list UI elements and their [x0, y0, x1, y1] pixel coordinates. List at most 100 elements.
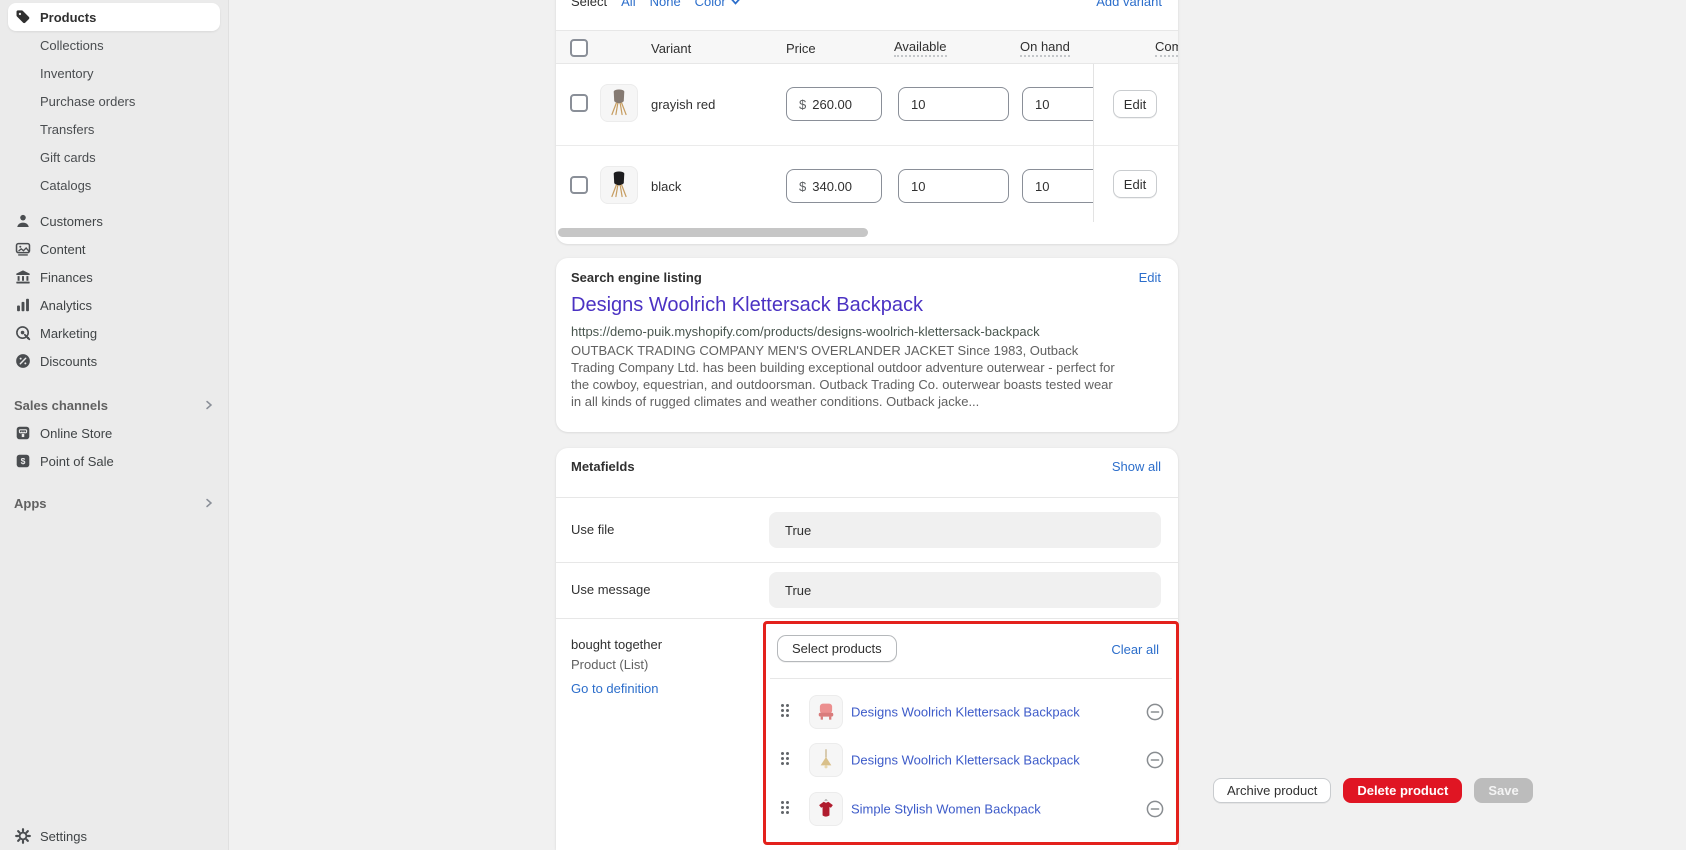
seo-url: https://demo-puik.myshopify.com/products… [571, 324, 1040, 339]
sidebar-item-inventory[interactable]: Inventory [8, 59, 220, 87]
search-engine-listing-card: Search engine listing Edit Designs Woolr… [556, 258, 1178, 432]
bank-icon [14, 268, 32, 286]
remove-product-icon[interactable] [1145, 799, 1165, 819]
sidebar-item-content[interactable]: Content [8, 235, 220, 263]
drag-handle-icon[interactable] [779, 751, 791, 770]
drag-handle-icon[interactable] [779, 703, 791, 722]
select-none-link[interactable]: None [650, 0, 681, 9]
sidebar-item-products[interactable]: Products [8, 3, 220, 31]
sidebar-item-discounts[interactable]: Discounts [8, 347, 220, 375]
remove-product-icon[interactable] [1145, 702, 1165, 722]
sidebar-item-finances[interactable]: Finances [8, 263, 220, 291]
select-all-link[interactable]: All [621, 0, 635, 9]
selected-product-row: Designs Woolrich Klettersack Backpack [766, 688, 1176, 736]
variant-name: grayish red [651, 97, 715, 112]
sidebar-item-gift-cards[interactable]: Gift cards [8, 143, 220, 171]
price-input[interactable]: $260.00 [786, 87, 882, 121]
metafield-value-use-message[interactable]: True [769, 572, 1161, 608]
sidebar-item-settings[interactable]: Settings [8, 822, 220, 850]
archive-product-button[interactable]: Archive product [1213, 778, 1331, 803]
select-label: Select [571, 0, 607, 9]
media-icon [14, 240, 32, 258]
variants-table-header: Variant Price Available On hand Com [556, 30, 1178, 64]
sidebar-item-catalogs[interactable]: Catalogs [8, 171, 220, 199]
column-on-hand: On hand [1020, 31, 1070, 65]
show-all-link[interactable]: Show all [1112, 459, 1161, 474]
chevron-right-icon [204, 400, 214, 410]
available-input[interactable]: 10 [898, 87, 1009, 121]
sidebar-section-sales-channels[interactable]: Sales channels [8, 391, 220, 419]
remove-product-icon[interactable] [1145, 750, 1165, 770]
variant-name: black [651, 179, 681, 194]
product-link[interactable]: Designs Woolrich Klettersack Backpack [851, 753, 1080, 768]
svg-text:$: $ [21, 456, 26, 466]
column-variant: Variant [651, 31, 691, 65]
variant-thumbnail [600, 84, 638, 122]
sidebar-item-label: Products [40, 10, 96, 25]
sidebar-item-transfers[interactable]: Transfers [8, 115, 220, 143]
go-to-definition-link[interactable]: Go to definition [571, 681, 658, 696]
seo-page-title[interactable]: Designs Woolrich Klettersack Backpack [571, 294, 923, 317]
target-icon [14, 324, 32, 342]
sidebar-item-analytics[interactable]: Analytics [8, 291, 220, 319]
product-thumbnail [809, 695, 843, 729]
variant-row: grayish red $260.00 10 10 Edit [556, 64, 1178, 145]
sidebar: Products Collections Inventory Purchase … [0, 0, 229, 850]
clear-all-link[interactable]: Clear all [1111, 642, 1159, 657]
pink-product-image [813, 699, 839, 725]
on-hand-input[interactable]: 10 [1022, 87, 1093, 121]
seo-edit-link[interactable]: Edit [1139, 270, 1161, 285]
delete-product-button[interactable]: Delete product [1343, 778, 1462, 803]
metafield-label: Use file [571, 522, 614, 537]
bought-together-type: Product (List) [571, 657, 648, 672]
selected-product-row: Designs Woolrich Klettersack Backpack [766, 736, 1176, 784]
chevron-right-icon [204, 498, 214, 508]
select-all-checkbox[interactable] [570, 39, 588, 57]
product-link[interactable]: Simple Stylish Women Backpack [851, 802, 1041, 817]
on-hand-input[interactable]: 10 [1022, 169, 1093, 203]
save-button[interactable]: Save [1474, 778, 1532, 803]
add-variant-link[interactable]: Add variant [1096, 0, 1162, 9]
metafields-heading: Metafields [571, 459, 635, 474]
bar-chart-icon [14, 296, 32, 314]
price-input[interactable]: $340.00 [786, 169, 882, 203]
black-chair-image [604, 169, 634, 201]
edit-variant-button[interactable]: Edit [1113, 90, 1157, 118]
bought-together-label: bought together [571, 637, 662, 652]
select-products-button[interactable]: Select products [777, 635, 897, 662]
edit-variant-button[interactable]: Edit [1113, 170, 1157, 198]
row-checkbox[interactable] [570, 176, 588, 194]
variant-row: black $340.00 10 10 Edit [556, 146, 1178, 222]
select-color-link[interactable]: Color [695, 0, 741, 9]
selected-product-row: Simple Stylish Women Backpack [766, 785, 1176, 833]
tag-icon [14, 8, 32, 26]
metafield-value-use-file[interactable]: True [769, 512, 1161, 548]
product-thumbnail [809, 792, 843, 826]
variant-thumbnail [600, 166, 638, 204]
sidebar-item-collections[interactable]: Collections [8, 31, 220, 59]
sidebar-item-purchase-orders[interactable]: Purchase orders [8, 87, 220, 115]
discount-badge-icon [14, 352, 32, 370]
variants-card: Select All None Color Add variant Varian… [556, 0, 1178, 244]
sidebar-section-apps[interactable]: Apps [8, 489, 220, 517]
bought-together-highlight: Select products Clear all Designs Woolri… [763, 621, 1179, 845]
product-link[interactable]: Designs Woolrich Klettersack Backpack [851, 705, 1080, 720]
column-price: Price [786, 31, 816, 65]
column-committed: Com [1155, 31, 1178, 65]
gray-chair-image [604, 87, 634, 119]
shopify-admin-page: Products Collections Inventory Purchase … [0, 0, 1686, 850]
person-icon [14, 212, 32, 230]
sticky-column-divider [1093, 64, 1094, 222]
row-checkbox[interactable] [570, 94, 588, 112]
drag-handle-icon[interactable] [779, 800, 791, 819]
sidebar-item-customers[interactable]: Customers [8, 207, 220, 235]
metafield-label: Use message [571, 582, 650, 597]
seo-description: OUTBACK TRADING COMPANY MEN'S OVERLANDER… [571, 342, 1119, 410]
sidebar-item-point-of-sale[interactable]: $ Point of Sale [8, 447, 220, 475]
storefront-icon [14, 424, 32, 442]
page-actions: Archive product Delete product Save [1213, 778, 1533, 803]
sidebar-item-marketing[interactable]: Marketing [8, 319, 220, 347]
available-input[interactable]: 10 [898, 169, 1009, 203]
sidebar-item-online-store[interactable]: Online Store [8, 419, 220, 447]
horizontal-scrollbar[interactable] [558, 228, 868, 237]
